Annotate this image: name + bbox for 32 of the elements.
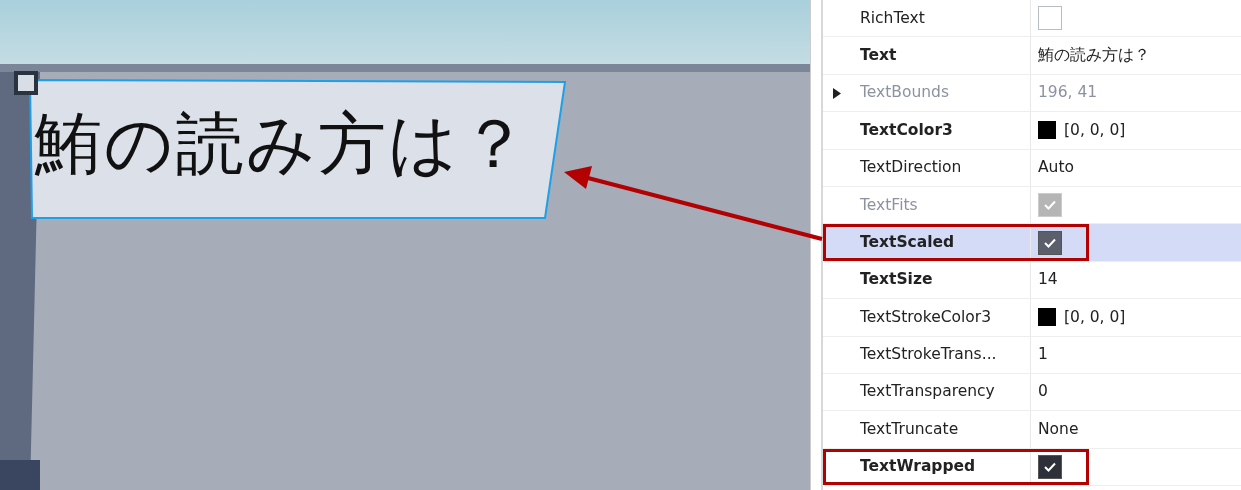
property-name: Text bbox=[860, 44, 897, 66]
property-name: TextScaled bbox=[860, 231, 955, 253]
check-icon bbox=[1043, 199, 1057, 212]
color-swatch[interactable] bbox=[1038, 121, 1056, 140]
property-value[interactable]: [0, 0, 0] bbox=[1064, 118, 1126, 142]
label-text: 鮪の読み方は？ bbox=[34, 110, 530, 178]
selection-handle[interactable] bbox=[14, 71, 38, 95]
property-name: RichText bbox=[860, 7, 925, 29]
property-name: TextSize bbox=[860, 269, 933, 291]
property-value[interactable]: [0, 0, 0] bbox=[1064, 305, 1126, 329]
property-value[interactable]: 1 bbox=[1038, 343, 1048, 367]
property-value[interactable]: None bbox=[1038, 417, 1079, 442]
property-name: TextFits bbox=[860, 194, 918, 216]
property-name: TextStrokeColor3 bbox=[860, 306, 992, 328]
property-name: TextWrapped bbox=[860, 456, 976, 478]
property-name: TextStrokeTrans... bbox=[860, 344, 997, 366]
property-value[interactable]: Auto bbox=[1038, 156, 1074, 180]
property-value[interactable]: 0 bbox=[1038, 380, 1048, 404]
property-name: TextBounds bbox=[860, 82, 950, 104]
property-value[interactable]: 鮪の読み方は？ bbox=[1038, 43, 1150, 68]
checkbox[interactable] bbox=[1038, 6, 1062, 31]
property-name: TextTransparency bbox=[860, 381, 995, 403]
property-name: TextTruncate bbox=[860, 418, 959, 440]
check-icon bbox=[1043, 236, 1057, 249]
property-value[interactable]: 14 bbox=[1038, 268, 1058, 292]
checkbox[interactable] bbox=[1038, 454, 1062, 479]
check-icon bbox=[1043, 460, 1057, 473]
expand-arrow-icon[interactable] bbox=[833, 87, 841, 99]
color-swatch[interactable] bbox=[1038, 308, 1056, 327]
property-name: TextColor3 bbox=[860, 119, 953, 141]
checkbox[interactable] bbox=[1038, 230, 1062, 255]
property-name: TextDirection bbox=[860, 157, 962, 179]
